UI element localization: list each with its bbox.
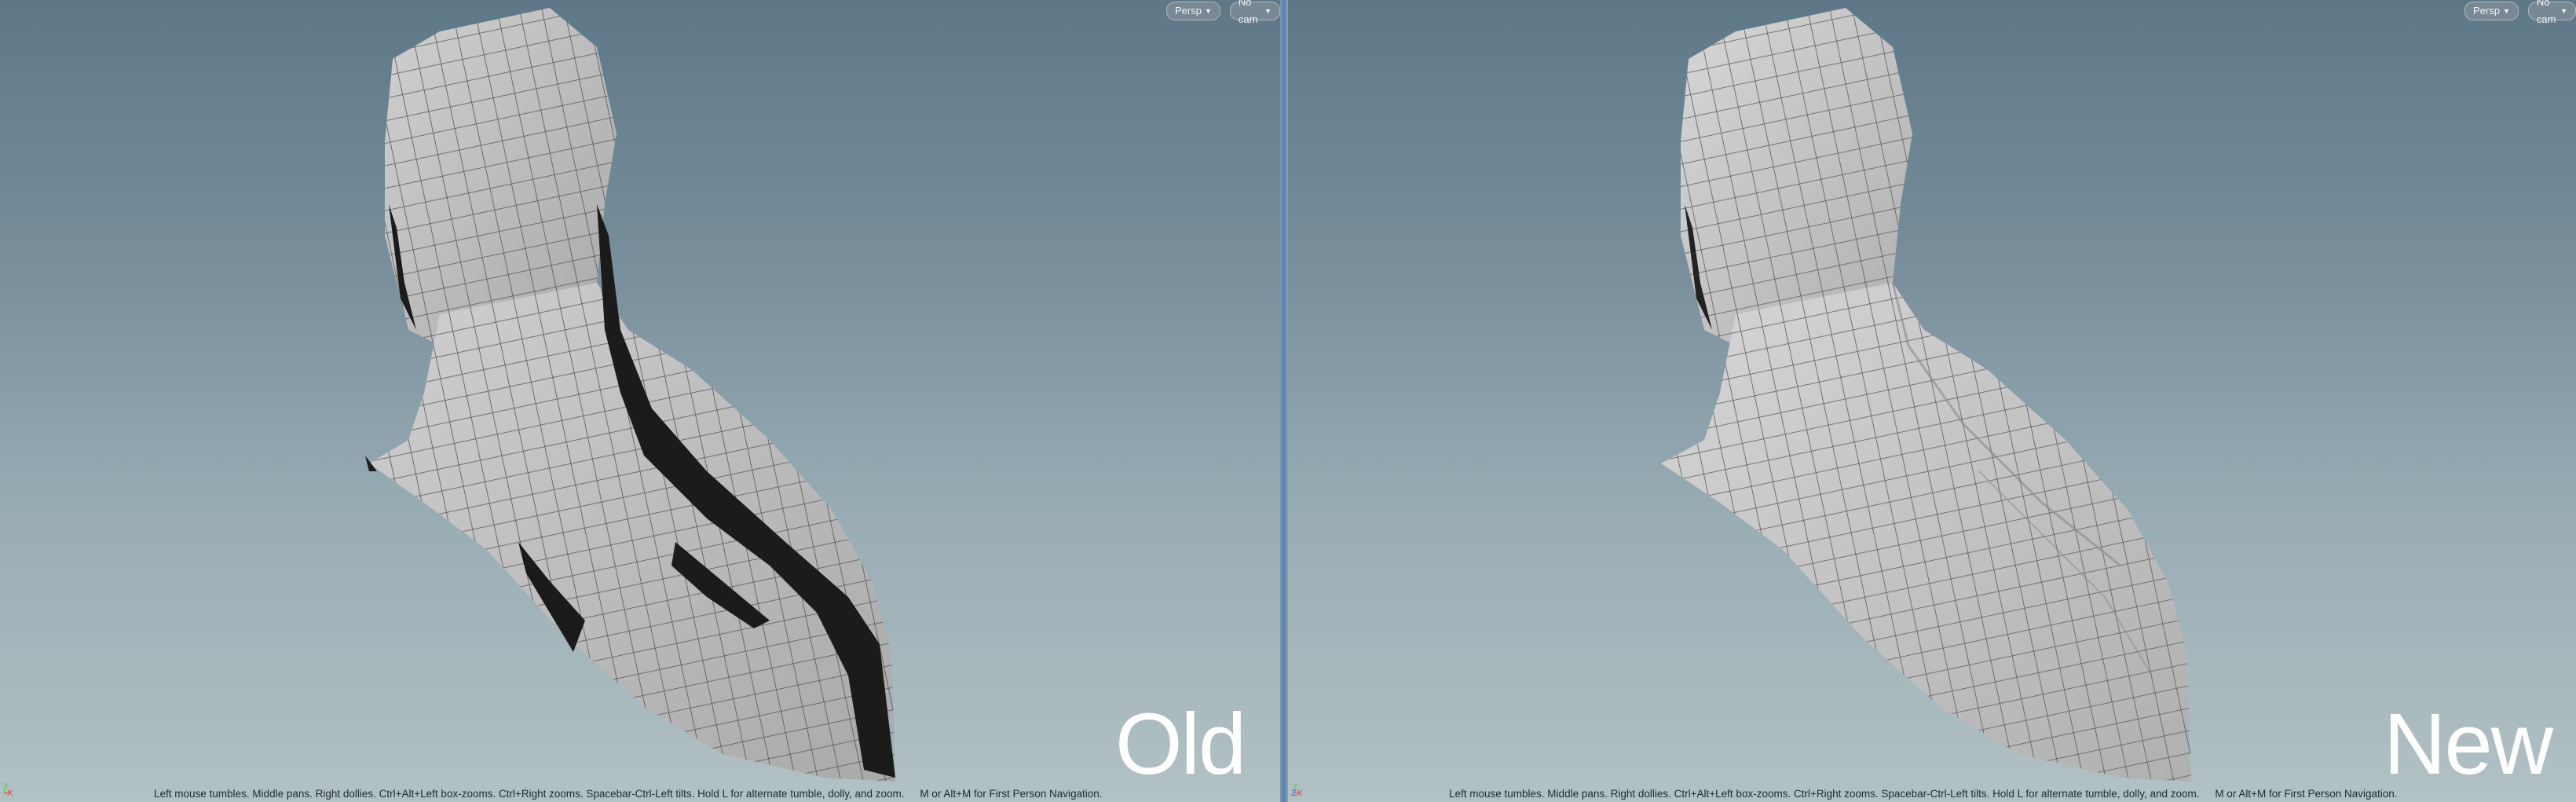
chevron-down-icon: ▼: [2502, 7, 2510, 15]
projection-label: Persp: [2473, 5, 2500, 16]
viewport-help-text: Left mouse tumbles. Middle pans. Right d…: [154, 788, 1103, 800]
help-controls-text: Left mouse tumbles. Middle pans. Right d…: [154, 788, 905, 800]
camera-label: No cam: [1238, 0, 1258, 25]
viewport-menus: Persp ▼ No cam ▼: [1166, 0, 1280, 25]
projection-menu-button[interactable]: Persp ▼: [2464, 2, 2519, 20]
axis-gizmo-icon: Y Z X: [1291, 782, 1312, 799]
axis-x-label: X: [1297, 789, 1303, 798]
overlay-label-old: Old: [1115, 696, 1246, 793]
viewport-divider[interactable]: [1280, 0, 1288, 802]
chevron-down-icon: ▼: [2560, 7, 2567, 15]
help-controls-text: Left mouse tumbles. Middle pans. Right d…: [1449, 788, 2200, 800]
viewport-right[interactable]: Persp ▼ No cam ▼ New Y Z X Left mouse tu…: [1288, 0, 2576, 802]
viewport-help-text: Left mouse tumbles. Middle pans. Right d…: [1449, 788, 2398, 800]
viewport-left[interactable]: Persp ▼ No cam ▼ Old Y X Left mouse tumb…: [0, 0, 1280, 802]
help-navigation-text: M or Alt+M for First Person Navigation.: [920, 788, 1103, 800]
chevron-down-icon: ▼: [1264, 7, 1272, 15]
axis-x-label: X: [7, 789, 13, 798]
mesh-render-old: [365, 8, 895, 782]
camera-label: No cam: [2536, 0, 2556, 25]
mesh-render-new: [1661, 8, 2191, 782]
axis-z-label: Z: [1291, 789, 1297, 798]
projection-label: Persp: [1175, 5, 1202, 16]
camera-menu-button[interactable]: No cam ▼: [2527, 0, 2576, 25]
camera-menu-button[interactable]: No cam ▼: [1229, 0, 1280, 25]
chevron-down-icon: ▼: [1204, 7, 1212, 15]
viewport-menus: Persp ▼ No cam ▼: [2464, 0, 2576, 25]
projection-menu-button[interactable]: Persp ▼: [1166, 2, 1220, 20]
axis-gizmo-icon: Y X: [2, 782, 22, 799]
help-navigation-text: M or Alt+M for First Person Navigation.: [2215, 788, 2398, 800]
overlay-label-new: New: [2384, 696, 2553, 793]
